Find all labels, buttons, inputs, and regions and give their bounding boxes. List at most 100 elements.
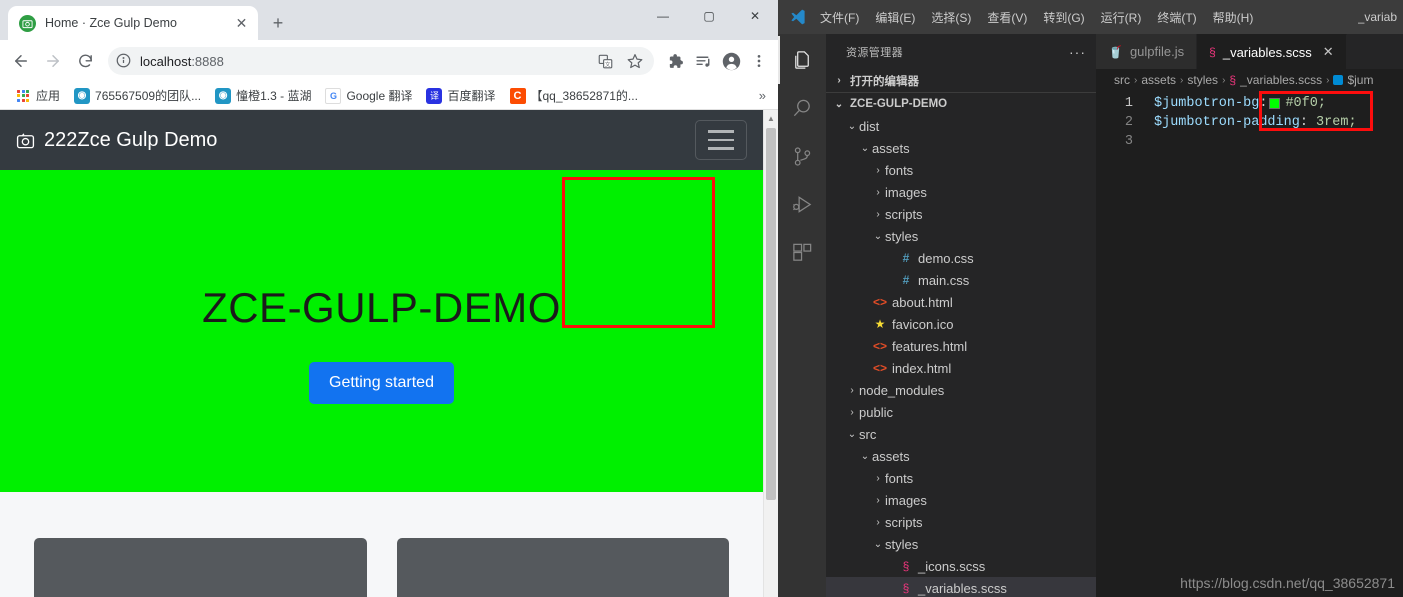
- file-tree-row[interactable]: # main.css: [826, 269, 1096, 291]
- card-placeholder: [396, 538, 729, 597]
- menu-item-file[interactable]: 文件(F): [812, 5, 867, 30]
- breadcrumb-item-file[interactable]: _variables.scss: [1240, 73, 1322, 87]
- back-icon[interactable]: [6, 46, 36, 76]
- profile-avatar-icon[interactable]: [718, 46, 744, 76]
- file-tree-row[interactable]: <> index.html: [826, 357, 1096, 379]
- source-control-icon[interactable]: [778, 132, 826, 180]
- bookmark-item-lanhu[interactable]: ◉ 憧橙1.3 - 蓝湖: [208, 85, 318, 106]
- close-window-button[interactable]: ✕: [732, 0, 778, 32]
- file-tree-row[interactable]: ⌄ styles: [826, 533, 1096, 555]
- bookmark-item-apps[interactable]: 应用: [8, 85, 67, 106]
- menu-item-selection[interactable]: 选择(S): [923, 5, 979, 30]
- navbar-toggler-button[interactable]: [695, 120, 747, 160]
- file-tree-row[interactable]: ⌄ src: [826, 423, 1096, 445]
- file-tree-row[interactable]: › scripts: [826, 203, 1096, 225]
- breadcrumb-item-src[interactable]: src: [1114, 73, 1130, 87]
- code-line[interactable]: 2 $jumbotron-padding: 3rem;: [1096, 113, 1403, 132]
- file-tree-row[interactable]: ⌄ assets: [826, 445, 1096, 467]
- color-swatch-icon[interactable]: [1269, 98, 1281, 109]
- bookmark-item-baidu-translate[interactable]: 译 百度翻译: [419, 85, 502, 106]
- file-tree-row[interactable]: › images: [826, 489, 1096, 511]
- bookmark-item-csdn[interactable]: C 【qq_38652871的...: [503, 85, 645, 106]
- vscode-window: 文件(F) 编辑(E) 选择(S) 查看(V) 转到(G) 运行(R) 终端(T…: [778, 0, 1403, 597]
- section-open-editors[interactable]: › 打开的编辑器: [826, 69, 1096, 92]
- section-project-root[interactable]: ⌄ ZCE-GULP-DEMO: [826, 92, 1096, 115]
- file-tree-row[interactable]: › node_modules: [826, 379, 1096, 401]
- chevron-right-icon[interactable]: ›: [871, 209, 885, 220]
- chevron-down-icon[interactable]: ⌄: [858, 451, 872, 462]
- breadcrumb-item-styles[interactable]: styles: [1187, 73, 1218, 87]
- editor-tab-variables[interactable]: § _variables.scss ✕: [1197, 34, 1347, 69]
- file-tree-row[interactable]: ⌄ assets: [826, 137, 1096, 159]
- cards-row: [34, 538, 729, 597]
- chevron-down-icon[interactable]: ⌄: [871, 231, 885, 242]
- site-brand[interactable]: 222Zce Gulp Demo: [16, 129, 217, 152]
- scroll-up-arrow-icon[interactable]: ▲: [764, 110, 778, 126]
- forward-icon[interactable]: [38, 46, 68, 76]
- file-tree-row[interactable]: § _icons.scss: [826, 555, 1096, 577]
- code-line[interactable]: 3: [1096, 132, 1403, 151]
- chevron-right-icon[interactable]: ›: [845, 385, 859, 396]
- file-tree-row[interactable]: › images: [826, 181, 1096, 203]
- scrollbar-thumb[interactable]: [766, 128, 776, 500]
- menu-item-run[interactable]: 运行(R): [1093, 5, 1150, 30]
- file-tree-row[interactable]: # demo.css: [826, 247, 1096, 269]
- page-scrollbar[interactable]: ▲: [763, 110, 778, 597]
- file-tree-row[interactable]: ★ favicon.ico: [826, 313, 1096, 335]
- bookmark-item-team[interactable]: ◉ 765567509的团队...: [67, 85, 208, 106]
- file-tree-row[interactable]: <> about.html: [826, 291, 1096, 313]
- chevron-down-icon[interactable]: ⌄: [845, 121, 859, 132]
- translate-icon[interactable]: 文: [594, 50, 616, 72]
- file-tree-row[interactable]: › scripts: [826, 511, 1096, 533]
- file-tree-row[interactable]: ⌄ styles: [826, 225, 1096, 247]
- browser-tab[interactable]: Home · Zce Gulp Demo ✕: [8, 6, 258, 40]
- chevron-right-icon[interactable]: ›: [871, 517, 885, 528]
- run-and-debug-icon[interactable]: [778, 180, 826, 228]
- chevron-right-icon[interactable]: ›: [871, 495, 885, 506]
- editor-tab-gulpfile[interactable]: 🥤 gulpfile.js: [1096, 34, 1198, 69]
- address-bar[interactable]: localhost:8888 文: [108, 47, 654, 75]
- minimize-button[interactable]: —: [640, 0, 686, 32]
- code-editor[interactable]: 1 $jumbotron-bg: #0f0; 2 $jumbotron-padd…: [1096, 91, 1403, 597]
- chrome-menu-icon[interactable]: [746, 46, 772, 76]
- file-tree-row[interactable]: › fonts: [826, 467, 1096, 489]
- breadcrumb-item-assets[interactable]: assets: [1141, 73, 1176, 87]
- search-icon[interactable]: [778, 84, 826, 132]
- extensions-puzzle-icon[interactable]: [662, 46, 688, 76]
- menu-item-view[interactable]: 查看(V): [979, 5, 1035, 30]
- menu-item-edit[interactable]: 编辑(E): [867, 5, 923, 30]
- file-tree-row[interactable]: ⌄ dist: [826, 115, 1096, 137]
- chevron-right-icon[interactable]: ›: [871, 187, 885, 198]
- chevron-right-icon[interactable]: ›: [845, 407, 859, 418]
- close-icon[interactable]: ✕: [1323, 44, 1334, 60]
- getting-started-button[interactable]: Getting started: [309, 362, 454, 404]
- reload-icon[interactable]: [70, 46, 100, 76]
- code-line[interactable]: 1 $jumbotron-bg: #0f0;: [1096, 94, 1403, 113]
- file-tree-row[interactable]: <> features.html: [826, 335, 1096, 357]
- bookmarks-overflow-icon[interactable]: »: [759, 88, 770, 103]
- file-tree-row[interactable]: › public: [826, 401, 1096, 423]
- chevron-down-icon[interactable]: ⌄: [871, 539, 885, 550]
- chevron-down-icon[interactable]: ⌄: [845, 429, 859, 440]
- file-tree-row[interactable]: § _variables.scss: [826, 577, 1096, 597]
- file-tree-row[interactable]: › fonts: [826, 159, 1096, 181]
- reading-list-icon[interactable]: [690, 46, 716, 76]
- chevron-right-icon[interactable]: ›: [871, 473, 885, 484]
- chevron-right-icon[interactable]: ›: [871, 165, 885, 176]
- bookmark-item-google-translate[interactable]: G Google 翻译: [318, 85, 419, 106]
- menu-item-terminal[interactable]: 终端(T): [1149, 5, 1204, 30]
- close-icon[interactable]: ✕: [233, 15, 250, 32]
- watermark-url: https://blog.csdn.net/qq_38652871: [1180, 575, 1395, 591]
- bookmark-star-icon[interactable]: [624, 50, 646, 72]
- explorer-files-icon[interactable]: [778, 36, 826, 84]
- info-icon[interactable]: [116, 53, 132, 69]
- menu-item-help[interactable]: 帮助(H): [1205, 5, 1262, 30]
- address-bar-url[interactable]: localhost:8888: [140, 54, 586, 69]
- more-actions-icon[interactable]: ···: [1069, 45, 1086, 59]
- breadcrumb-item-symbol[interactable]: $jum: [1347, 73, 1373, 87]
- extensions-icon[interactable]: [778, 228, 826, 276]
- menu-item-go[interactable]: 转到(G): [1035, 5, 1092, 30]
- new-tab-button[interactable]: +: [264, 9, 292, 37]
- maximize-button[interactable]: ▢: [686, 0, 732, 32]
- chevron-down-icon[interactable]: ⌄: [858, 143, 872, 154]
